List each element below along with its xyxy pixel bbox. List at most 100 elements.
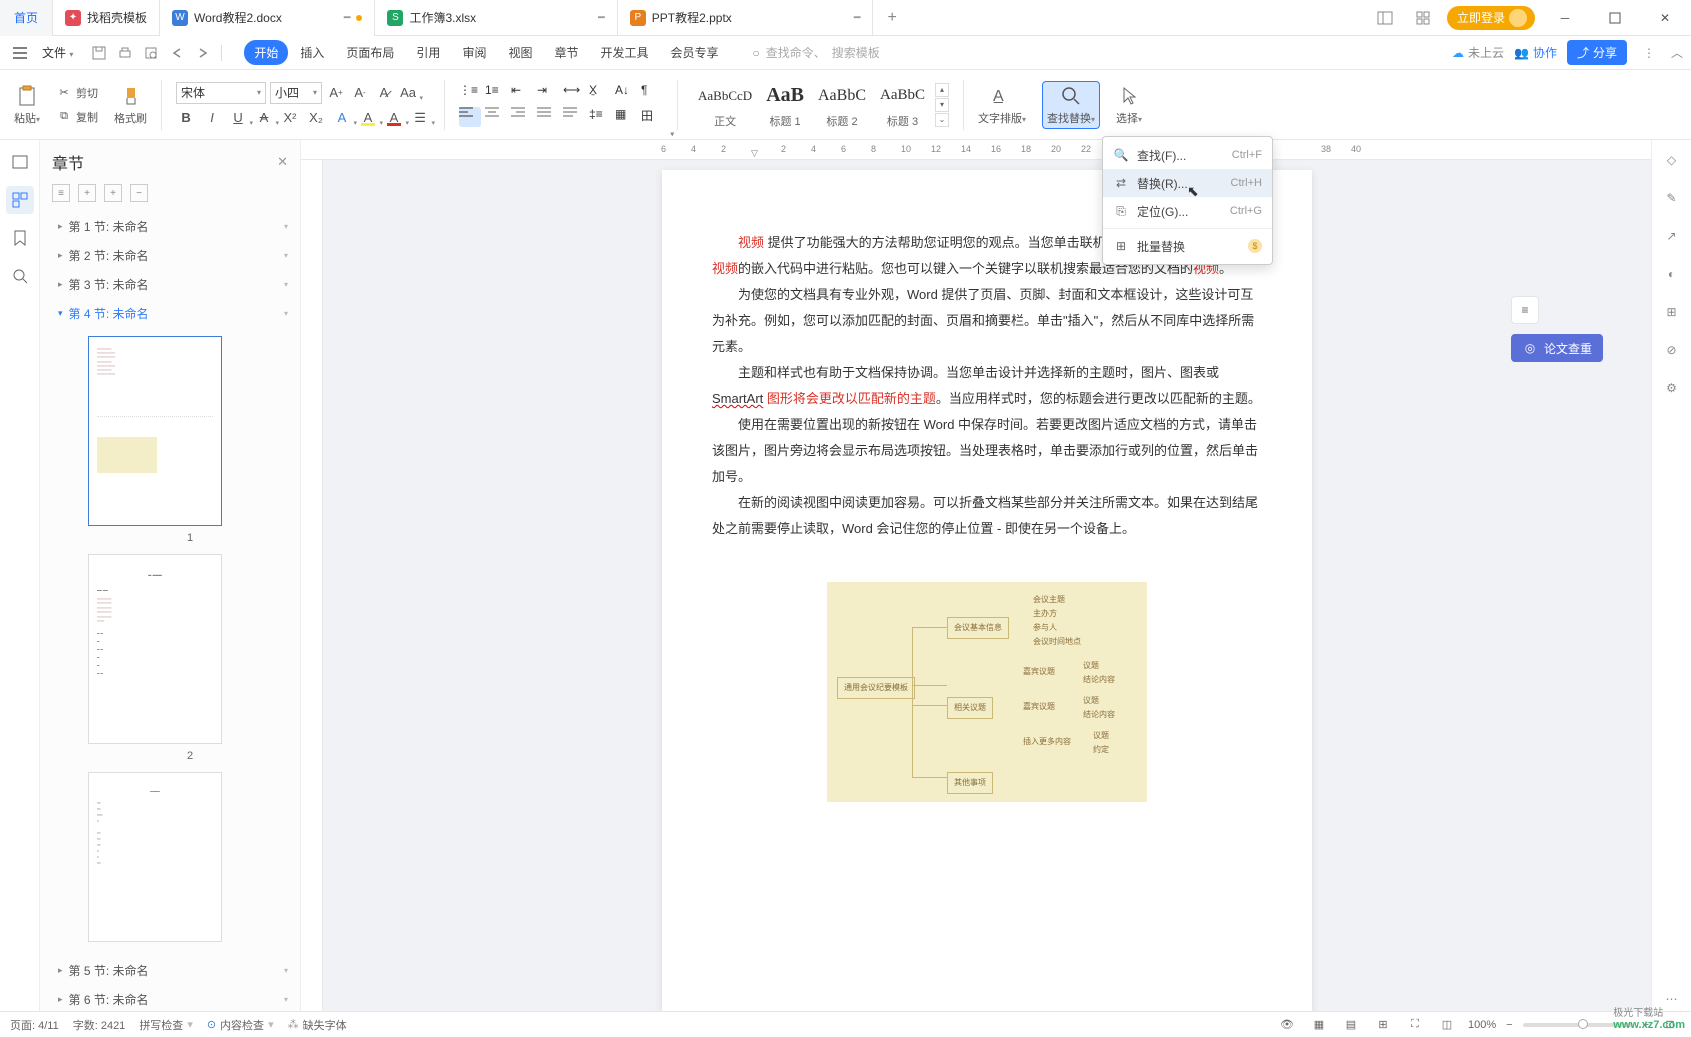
home-tab[interactable]: 首页: [0, 0, 53, 36]
nav-section-5[interactable]: ▸第 5 节: 未命名▾: [48, 956, 292, 985]
undo-icon[interactable]: [165, 41, 189, 65]
reading-view-icon[interactable]: 👁: [1276, 1015, 1298, 1035]
style-body[interactable]: AaBbCcD正文: [692, 79, 758, 131]
more-icon[interactable]: ▾: [284, 966, 288, 975]
rightrail-icon-3[interactable]: ↗: [1660, 224, 1684, 248]
font-size-combo[interactable]: 小四▾: [270, 82, 322, 104]
missing-font[interactable]: ⁂ 缺失字体: [288, 1017, 347, 1033]
grid-icon[interactable]: [1409, 4, 1437, 32]
menu-references[interactable]: 引用: [406, 40, 450, 65]
menu-section[interactable]: 章节: [544, 40, 588, 65]
zoom-in-icon[interactable]: +: [1643, 1019, 1649, 1031]
nav-section-1[interactable]: ▸第 1 节: 未命名▾: [48, 212, 292, 241]
borders-icon[interactable]: 田▾: [641, 107, 663, 127]
more-icon[interactable]: ▾: [284, 251, 288, 260]
menu-insert[interactable]: 插入: [290, 40, 334, 65]
page-indicator[interactable]: 页面: 4/11: [10, 1017, 59, 1033]
style-h2[interactable]: AaBbC标题 2: [812, 79, 872, 131]
embedded-diagram[interactable]: 通用会议纪要模板 会议基本信息 会议主题 主办方 参与人 会议时间地点 相关议题…: [827, 582, 1147, 802]
align-justify-icon[interactable]: [537, 107, 559, 127]
file-menu[interactable]: 文件 ▾: [36, 44, 79, 61]
rightrail-icon-2[interactable]: ✎: [1660, 186, 1684, 210]
zoom-value[interactable]: 100%: [1468, 1019, 1496, 1031]
more-icon[interactable]: ▾: [284, 309, 288, 318]
paragraph[interactable]: 在新的阅读视图中阅读更加容易。可以折叠文档某些部分并关注所需文本。如果在达到结尾…: [712, 490, 1262, 542]
cut-button[interactable]: ✂剪切: [56, 82, 98, 104]
menu-view[interactable]: 视图: [498, 40, 542, 65]
decrease-indent-icon[interactable]: ⇤: [511, 83, 533, 103]
dropdown-replace[interactable]: ⇄ 替换(R)... Ctrl+H: [1103, 169, 1272, 197]
print-preview-icon[interactable]: [139, 41, 163, 65]
superscript-button[interactable]: X²: [280, 108, 300, 128]
style-prev-icon[interactable]: ▴: [935, 83, 949, 97]
subscript-button[interactable]: X₂: [306, 108, 326, 128]
copy-button[interactable]: ⧉复制: [56, 106, 98, 128]
nav-section-2[interactable]: ▸第 2 节: 未命名▾: [48, 241, 292, 270]
decrease-font-icon[interactable]: A-: [350, 83, 370, 103]
nav-tool-1[interactable]: ≡: [52, 184, 70, 202]
select-button[interactable]: 选择▾: [1116, 84, 1142, 126]
web-view-icon[interactable]: ▤: [1340, 1015, 1362, 1035]
paragraph[interactable]: 为使您的文档具有专业外观，Word 提供了页眉、页脚、封面和文本框设计，这些设计…: [712, 282, 1262, 360]
align-left-icon[interactable]: [459, 107, 481, 127]
highlight-button[interactable]: A▾: [358, 108, 378, 128]
maximize-button[interactable]: [1595, 0, 1635, 36]
increase-font-icon[interactable]: A+: [326, 83, 346, 103]
close-icon[interactable]: ━: [598, 11, 605, 24]
bold-button[interactable]: B: [176, 108, 196, 128]
strike-button[interactable]: A▾: [254, 108, 274, 128]
style-h3[interactable]: AaBbC标题 3: [874, 79, 931, 131]
nav-section-4[interactable]: ▾第 4 节: 未命名▾: [48, 299, 292, 328]
fullscreen-icon[interactable]: ⛶: [1404, 1015, 1426, 1035]
align-center-icon[interactable]: [485, 107, 507, 127]
more-icon[interactable]: ▾: [284, 280, 288, 289]
close-icon[interactable]: ━: [854, 11, 861, 24]
line-spacing-icon[interactable]: ‡≡▾: [589, 107, 611, 127]
horizontal-ruler[interactable]: 6 4 2 ▽ 2 4 6 8 10 12 14 16 18 20 22 24 …: [301, 140, 1651, 160]
content-check-toggle[interactable]: ⊙ 内容检查 ▾: [207, 1017, 274, 1033]
menu-dev[interactable]: 开发工具: [590, 40, 658, 65]
close-button[interactable]: ✕: [1645, 0, 1685, 36]
font-color-button[interactable]: A▾: [384, 108, 404, 128]
change-case-icon[interactable]: Aa▾: [398, 83, 418, 103]
dropdown-goto[interactable]: ⎘ 定位(G)... Ctrl+G: [1103, 197, 1272, 225]
style-h1[interactable]: AaB标题 1: [760, 79, 810, 131]
outline-view-icon[interactable]: ⊞: [1372, 1015, 1394, 1035]
dropdown-batch-replace[interactable]: ⊞ 批量替换 $: [1103, 232, 1272, 260]
nav-section-6[interactable]: ▸第 6 节: 未命名▾: [48, 985, 292, 1011]
char-shading-button[interactable]: ☰▾: [410, 108, 430, 128]
sort-icon[interactable]: A↓: [615, 83, 637, 103]
rightrail-icon-4[interactable]: ◐: [1660, 262, 1684, 286]
menu-home[interactable]: 开始: [244, 40, 288, 65]
rightrail-icon-1[interactable]: ◇: [1660, 148, 1684, 172]
zoom-out-icon[interactable]: −: [1506, 1019, 1512, 1031]
nav-tool-3[interactable]: +: [104, 184, 122, 202]
style-gallery[interactable]: AaBbCcD正文 AaB标题 1 AaBbC标题 2 AaBbC标题 3 ▴ …: [692, 79, 949, 131]
rightrail-icon-7[interactable]: ⚙: [1660, 376, 1684, 400]
show-marks-icon[interactable]: ¶▾: [641, 83, 663, 103]
rightrail-icon-5[interactable]: ⊞: [1660, 300, 1684, 324]
thumbnails-icon[interactable]: [6, 186, 34, 214]
save-icon[interactable]: [87, 41, 111, 65]
cloud-status[interactable]: ☁未上云: [1452, 44, 1504, 61]
rightrail-icon-6[interactable]: ⊘: [1660, 338, 1684, 362]
document-page[interactable]: 视频 提供了功能强大的方法帮助您证明您的观点。当您单击联机视频时，可以在想要添加…: [662, 170, 1312, 1011]
paste-button[interactable]: 粘贴▾: [14, 84, 40, 126]
nav-tool-2[interactable]: +: [78, 184, 96, 202]
document-scroll[interactable]: 视频 提供了功能强大的方法帮助您证明您的观点。当您单击联机视频时，可以在想要添加…: [323, 160, 1651, 1011]
more-icon[interactable]: ▾: [284, 222, 288, 231]
bullet-list-icon[interactable]: ⋮≡▾: [459, 83, 481, 103]
vertical-ruler[interactable]: [301, 160, 323, 1011]
tab-docer[interactable]: ✦ 找稻壳模板: [53, 0, 160, 36]
rightrail-more-icon[interactable]: ⋯: [1660, 987, 1684, 1011]
close-panel-icon[interactable]: ✕: [277, 154, 288, 170]
page-thumbnail-3[interactable]: ━━━━ ━━━━━━━━━━━━━━━━━━: [88, 772, 222, 942]
hamburger-icon[interactable]: [8, 41, 32, 65]
word-count[interactable]: 字数: 2421: [73, 1017, 126, 1033]
more-icon[interactable]: ⋮: [1637, 46, 1661, 60]
spell-check-toggle[interactable]: 拼写检查 ▾: [139, 1017, 193, 1033]
align-right-icon[interactable]: [511, 107, 533, 127]
tab-word-doc[interactable]: W Word教程2.docx ━: [160, 0, 375, 36]
tab-excel[interactable]: S 工作簿3.xlsx ━: [375, 0, 617, 36]
clear-format-icon[interactable]: A̷: [374, 83, 394, 103]
